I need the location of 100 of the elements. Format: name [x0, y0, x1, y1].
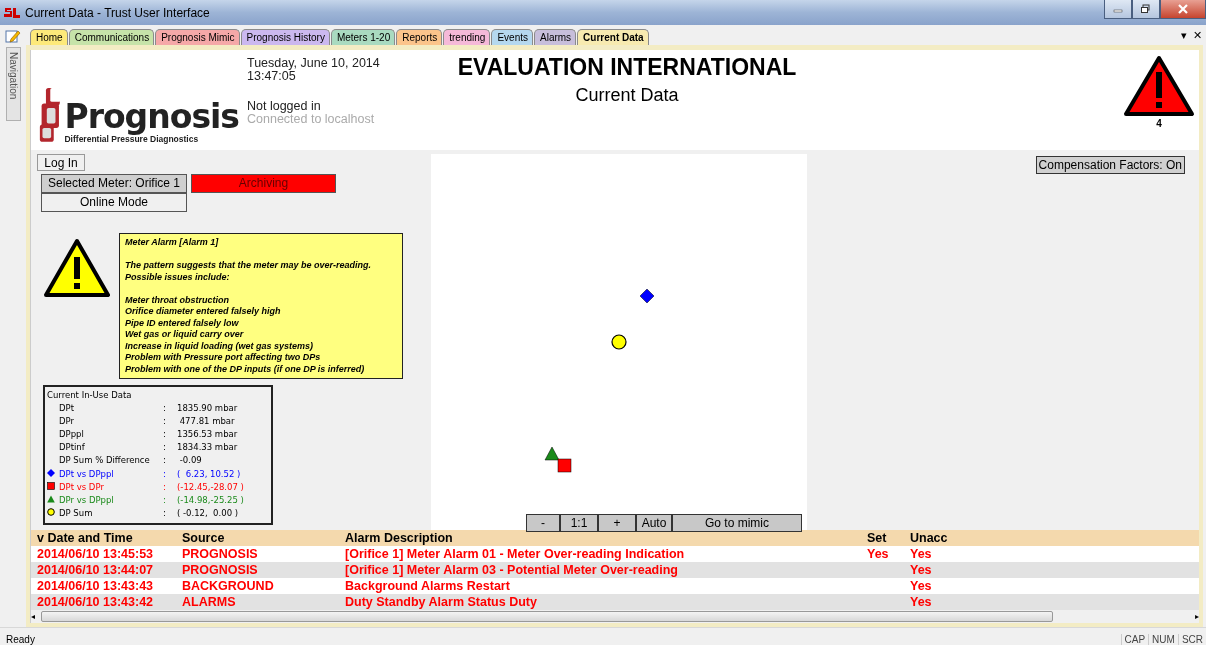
colon-text: : — [163, 481, 167, 492]
tab[interactable]: Communications — [68, 29, 155, 45]
navigation-tab[interactable]: Navigation — [5, 47, 21, 121]
plot-button[interactable]: Auto — [636, 514, 672, 532]
table-cell-text: 2014/06/10 13:43:42 — [37, 595, 155, 609]
table-cell-text: PROGNOSIS — [182, 563, 259, 577]
window-title: Current Data - Trust User Interface — [25, 5, 211, 20]
table-cell-text: Duty Standby Alarm Status Duty — [345, 595, 538, 609]
table-cell-text: [Orifice 1] Meter Alarm 03 - Potential Meter Over-reading — [345, 563, 679, 577]
data-value: (-12.45,-28.07 ) — [177, 481, 245, 492]
status-indicator: NUM — [1148, 634, 1178, 645]
data-label: DP Sum — [59, 508, 94, 519]
scroll-right-icon[interactable]: ▸ — [1195, 612, 1199, 621]
tab[interactable]: Current Data — [577, 29, 649, 45]
triangle-marker — [544, 446, 560, 461]
alarm-count: 4 — [1156, 118, 1162, 129]
column-header[interactable]: Alarm Description — [345, 531, 867, 545]
table-cell-text: 2014/06/10 13:44:07 — [37, 563, 155, 577]
data-label: DPppl — [59, 428, 85, 439]
data-value: 1835.90 mbar — [177, 402, 239, 413]
compensation-indicator: Compensation Factors: On — [1035, 156, 1185, 174]
tab[interactable]: Reports — [396, 29, 443, 45]
close-button[interactable] — [1160, 0, 1206, 19]
alarm-title: Meter Alarm [Alarm 1] — [125, 237, 220, 249]
dropdown-icon[interactable]: ▾ — [1181, 29, 1187, 42]
tab[interactable]: Meters 1-20 — [330, 29, 396, 45]
table-cell-text: BACKGROUND — [182, 579, 275, 593]
colon-text: : — [163, 415, 167, 426]
column-header[interactable]: Source — [182, 531, 345, 545]
data-value: ( -0.12, 0.00 ) — [177, 508, 240, 519]
colon-text: : — [163, 494, 167, 505]
restore-icon — [1140, 4, 1152, 14]
issue-text: Wet gas or liquid carry over — [125, 329, 245, 341]
colon-text: : — [163, 402, 167, 413]
tab[interactable]: Alarms — [534, 29, 577, 45]
data-label: DPtinf — [59, 442, 86, 453]
colon-text: : — [163, 508, 167, 519]
app-logo-icon — [3, 5, 21, 20]
column-header[interactable]: Unacc — [910, 531, 1010, 545]
company-title: EVALUATION INTERNATIONAL — [456, 54, 798, 81]
issue-text: Pipe ID entered falsely low — [125, 317, 240, 329]
tab[interactable]: Prognosis History — [240, 29, 330, 45]
table-cell-text: Yes — [910, 563, 933, 577]
table-cell-text: ALARMS — [182, 595, 237, 609]
data-label: DPt vs DPr — [59, 481, 105, 492]
data-label: DP Sum % Difference — [59, 455, 151, 466]
panel-title: Current In-Use Data — [47, 390, 133, 400]
close-icon[interactable]: ✕ — [1193, 29, 1202, 42]
data-value: 477.81 mbar — [178, 415, 236, 426]
time-text: 13:47:05 — [247, 70, 297, 83]
table-cell-text: Yes — [867, 547, 890, 561]
table-cell-text: Yes — [910, 547, 933, 561]
data-value: -0.09 — [178, 455, 203, 466]
status-indicator: CAP — [1120, 634, 1149, 645]
status-indicator: SCR — [1177, 634, 1206, 645]
logo-tagline: Differential Pressure Diagnostics — [64, 134, 199, 144]
page-title: Current Data — [574, 85, 680, 106]
table-cell-text: Yes — [910, 579, 933, 593]
edit-icon[interactable] — [5, 28, 21, 44]
colon-text: : — [163, 455, 167, 466]
tab[interactable]: Prognosis Mimic — [155, 29, 240, 45]
plot-button[interactable]: Go to mimic — [672, 514, 802, 532]
issue-text: Increase in liquid loading (wet gas systems) — [125, 340, 315, 352]
table-cell-text: [Orifice 1] Meter Alarm 01 - Meter Over-reading Indication — [345, 547, 686, 561]
date-text: Tuesday, June 10, 2014 — [247, 57, 381, 70]
login-button[interactable]: Log In — [37, 154, 85, 171]
warning-icon[interactable] — [1122, 54, 1196, 118]
data-value: 1834.33 mbar — [177, 442, 239, 453]
tab[interactable]: trending — [443, 29, 491, 45]
tab[interactable]: Home — [30, 29, 68, 45]
column-header[interactable]: v Date and Time — [37, 531, 182, 545]
login-status: Not logged in — [247, 100, 322, 113]
data-label: DPt vs DPppl — [59, 468, 115, 479]
close-icon — [1177, 4, 1189, 14]
alarm-text: Possible issues include: — [125, 271, 231, 283]
data-label: DPr — [59, 415, 76, 426]
table-cell-text: 2014/06/10 13:43:43 — [37, 579, 155, 593]
issue-text: Meter throat obstruction — [125, 294, 230, 306]
logo-name: Prognosis — [64, 100, 239, 134]
minimize-button[interactable] — [1104, 0, 1132, 19]
issue-text: Problem with Pressure port affecting two DPs — [125, 352, 322, 364]
restore-button[interactable] — [1132, 0, 1160, 19]
scroll-left-icon[interactable]: ◂ — [31, 612, 35, 621]
plot-button[interactable]: - — [526, 514, 560, 532]
warning-icon — [43, 237, 111, 299]
plot-button[interactable]: 1:1 — [560, 514, 598, 532]
circle-marker — [611, 334, 627, 350]
scrollbar-thumb[interactable] — [41, 611, 1053, 622]
data-value: 1356.53 mbar — [177, 428, 239, 439]
plot-button[interactable]: + — [598, 514, 636, 532]
table-cell-text: PROGNOSIS — [182, 547, 259, 561]
connection-status: Connected to localhost — [247, 113, 376, 126]
table-cell-text: Background Alarms Restart — [345, 579, 511, 593]
colon-text: : — [163, 428, 167, 439]
selected-meter-label: Selected Meter: Orifice 1 — [41, 174, 187, 193]
diamond-marker — [639, 288, 655, 304]
tab[interactable]: Events — [491, 29, 533, 45]
table-cell-text: Yes — [910, 595, 933, 609]
mode-indicator: Online Mode — [41, 193, 187, 212]
column-header[interactable]: Set — [867, 531, 910, 545]
